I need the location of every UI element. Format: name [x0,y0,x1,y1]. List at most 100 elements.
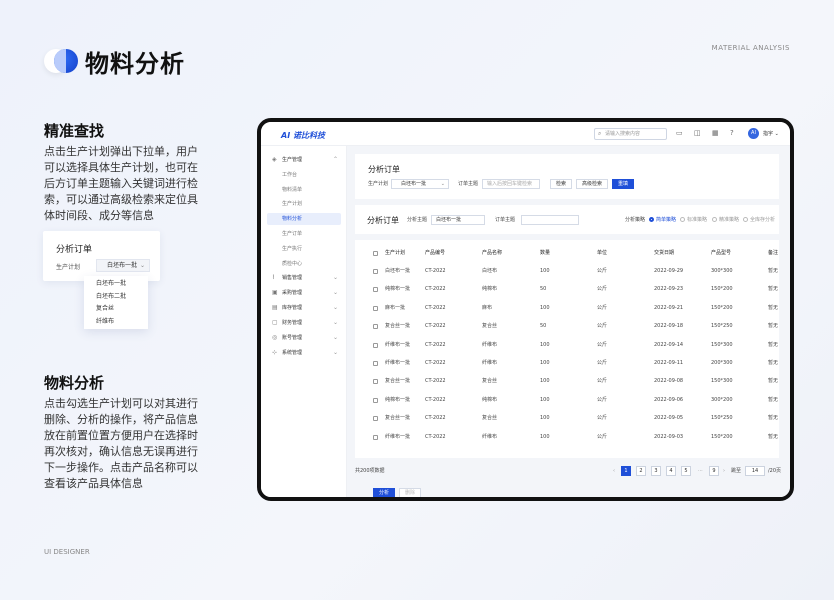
sidebar-group-purchase[interactable]: ▣ 采购管理 ⌄ [261,287,347,299]
row-checkbox[interactable] [373,434,378,440]
page-2-button[interactable]: 2 [636,466,646,476]
sidebar-group-system[interactable]: ⊹ 系统管理 ⌄ [261,347,347,359]
sidebar-group-account[interactable]: ◎ 账号管理 ⌄ [261,332,347,344]
search-button[interactable]: 检索 [550,179,572,189]
analysis-card: 分析订单 分析主题 白坯布一批 订单主题 分析策略 简单策略 标准策略 精准策略… [355,205,779,234]
table-cell[interactable]: 麻布 [482,299,492,317]
page-4-button[interactable]: 4 [666,466,676,476]
table-cell[interactable]: 纤维布 [482,354,497,372]
filter-plan-select[interactable]: 白坯布一批 ⌄ [391,179,449,189]
delete-button[interactable]: 删除 [399,488,421,497]
sidebar-group-finance[interactable]: ▢ 财务管理 ⌄ [261,317,347,329]
sidebar-group-sales[interactable]: ⌇ 销售管理 ⌄ [261,272,347,284]
advanced-search-button[interactable]: 高级检索 [576,179,608,189]
sidebar-group-inventory[interactable]: ▤ 库存管理 ⌄ [261,302,347,314]
table-cell: 100 [540,396,550,403]
strategy-radio-precise[interactable]: 精准策略 [712,217,739,224]
page-ellipsis: ··· [698,468,703,474]
order-topic-label: 订单主题 [495,217,516,223]
popup-plan-select[interactable]: 白坯布一批 ⌄ [96,259,150,272]
sidebar-item-material-analysis[interactable]: 物料分析 [282,213,302,225]
table-cell: 150*200 [711,433,733,440]
strategy-radio-standard[interactable]: 标准策略 [680,217,707,224]
help-icon[interactable]: ? [730,129,734,138]
table-cell: CT-2022 [425,415,446,422]
sidebar-group-production[interactable]: ◈ 生产管理 ⌃ [261,154,347,166]
filter-topic-label: 订单主题 [458,181,479,187]
table-cell[interactable]: 纤维布 [482,428,497,446]
dropdown-option[interactable]: 白坯布二批 [84,291,148,304]
calendar-icon[interactable]: ▦ [712,129,719,138]
table-row[interactable]: 纯棉布一批 CT-2022 纯棉布 50 公斤 2022-09-23 150*200 暂无 [355,280,779,298]
row-checkbox[interactable] [373,287,378,293]
table-cell: 暂无 [768,433,779,440]
row-checkbox[interactable] [373,397,378,403]
chevron-down-icon: ⌄ [332,289,338,296]
page-5-button[interactable]: 5 [681,466,691,476]
table-row[interactable]: 复合丝一批 CT-2022 复合丝 100 公斤 2022-09-08 150*300 暂无 [355,372,779,390]
row-checkbox[interactable] [373,342,378,348]
page-1-button[interactable]: 1 [621,466,631,476]
table-row[interactable]: 复合丝一批 CT-2022 复合丝 50 公斤 2022-09-18 150*250 暂无 [355,317,779,335]
reset-button[interactable]: 重填 [612,179,634,189]
table-cell[interactable]: 白坯布 [482,262,497,280]
table-row[interactable]: 白坯布一批 CT-2022 白坯布 100 公斤 2022-09-29 300*300 暂无 [355,262,779,280]
table-row[interactable]: 复合丝一批 CT-2022 复合丝 100 公斤 2022-09-05 150*250 暂无 [355,409,779,427]
table-cell[interactable]: 纤维布 [482,336,497,354]
sidebar-item-bom[interactable]: 物料清单 [282,184,302,196]
last-page-button[interactable]: 9 [709,466,719,476]
notification-icon[interactable]: ◫ [694,129,701,138]
table-row[interactable]: 麻布一批 CT-2022 麻布 100 公斤 2022-09-21 150*200 暂无 [355,299,779,317]
strategy-radio-simple[interactable]: 简单策略 [649,217,676,224]
sidebar-item-execution[interactable]: 生产执行 [282,243,302,255]
message-icon[interactable]: ▭ [676,129,683,138]
dropdown-option[interactable]: 白坯布一批 [84,278,148,291]
table-cell: 纤维布一批 [385,360,411,366]
order-topic-input[interactable]: 输入后按回车键检索 [482,179,540,189]
row-checkbox[interactable] [373,324,378,330]
row-checkbox[interactable] [373,361,378,366]
analysis-order-topic-input[interactable] [521,215,579,225]
table-cell[interactable]: 复合丝 [482,317,497,335]
page-subtitle-en: MATERIAL ANALYSIS [711,44,790,52]
table-cell: 2022-09-23 [654,286,684,293]
jump-page-input[interactable]: 14 [745,466,765,476]
table-cell[interactable]: 复合丝 [482,372,497,390]
row-checkbox[interactable] [373,416,378,422]
row-checkbox[interactable] [373,269,378,274]
row-checkbox[interactable] [373,305,378,311]
table-row[interactable]: 纤维布一批 CT-2022 纤维布 100 公斤 2022-09-11 200*300 暂无 [355,354,779,372]
sidebar-item-orders[interactable]: 生产订单 [282,228,302,240]
table-cell: 50 [540,286,547,293]
search-input[interactable]: ⌕ 请输入搜索内容 [594,128,667,140]
chevron-down-icon: ⌄ [139,262,145,269]
table-cell: 暂无 [768,396,779,403]
sidebar-item-plan[interactable]: 生产计划 [282,198,302,210]
sidebar-item-quality[interactable]: 质检中心 [282,258,302,270]
table-cell[interactable]: 复合丝 [482,409,497,427]
sidebar-item-workbench[interactable]: 工作台 [282,169,297,181]
table-row[interactable]: 纤维布一批 CT-2022 纤维布 100 公斤 2022-09-14 150*300 暂无 [355,336,779,354]
dropdown-option[interactable]: 复合丝 [84,303,148,316]
select-all-checkbox[interactable] [373,251,378,256]
table-cell: 暂无 [768,304,779,311]
next-page-button[interactable]: › [723,466,725,476]
warehouse-icon: ▤ [272,304,278,311]
analysis-topic-input[interactable]: 白坯布一批 [431,215,485,225]
prev-page-button[interactable]: ‹ [613,466,615,476]
table-cell[interactable]: 纯棉布 [482,280,497,298]
analyze-button[interactable]: 分析 [373,488,395,497]
avatar[interactable]: AI [748,128,759,139]
table-row[interactable]: 纯棉布一批 CT-2022 纯棉布 100 公斤 2022-09-06 300*200 暂无 [355,391,779,409]
table-cell: CT-2022 [425,268,446,274]
app-sidebar: ◈ 生产管理 ⌃ 工作台 物料清单 生产计划 物料分析 生产订单 生产执行 质检… [261,146,347,497]
user-name[interactable]: 指宇 ⌄ [763,130,779,137]
dropdown-option[interactable]: 纤维布 [84,316,148,329]
table-cell[interactable]: 纯棉布 [482,391,497,409]
table-row[interactable]: 纤维布一批 CT-2022 纤维布 100 公斤 2022-09-03 150*200 暂无 [355,428,779,446]
table-cell: 50 [540,323,547,330]
strategy-radio-full-stock[interactable]: 全库存分析 [743,217,775,224]
table-cell: 公斤 [597,396,608,403]
row-checkbox[interactable] [373,379,378,385]
page-3-button[interactable]: 3 [651,466,661,476]
